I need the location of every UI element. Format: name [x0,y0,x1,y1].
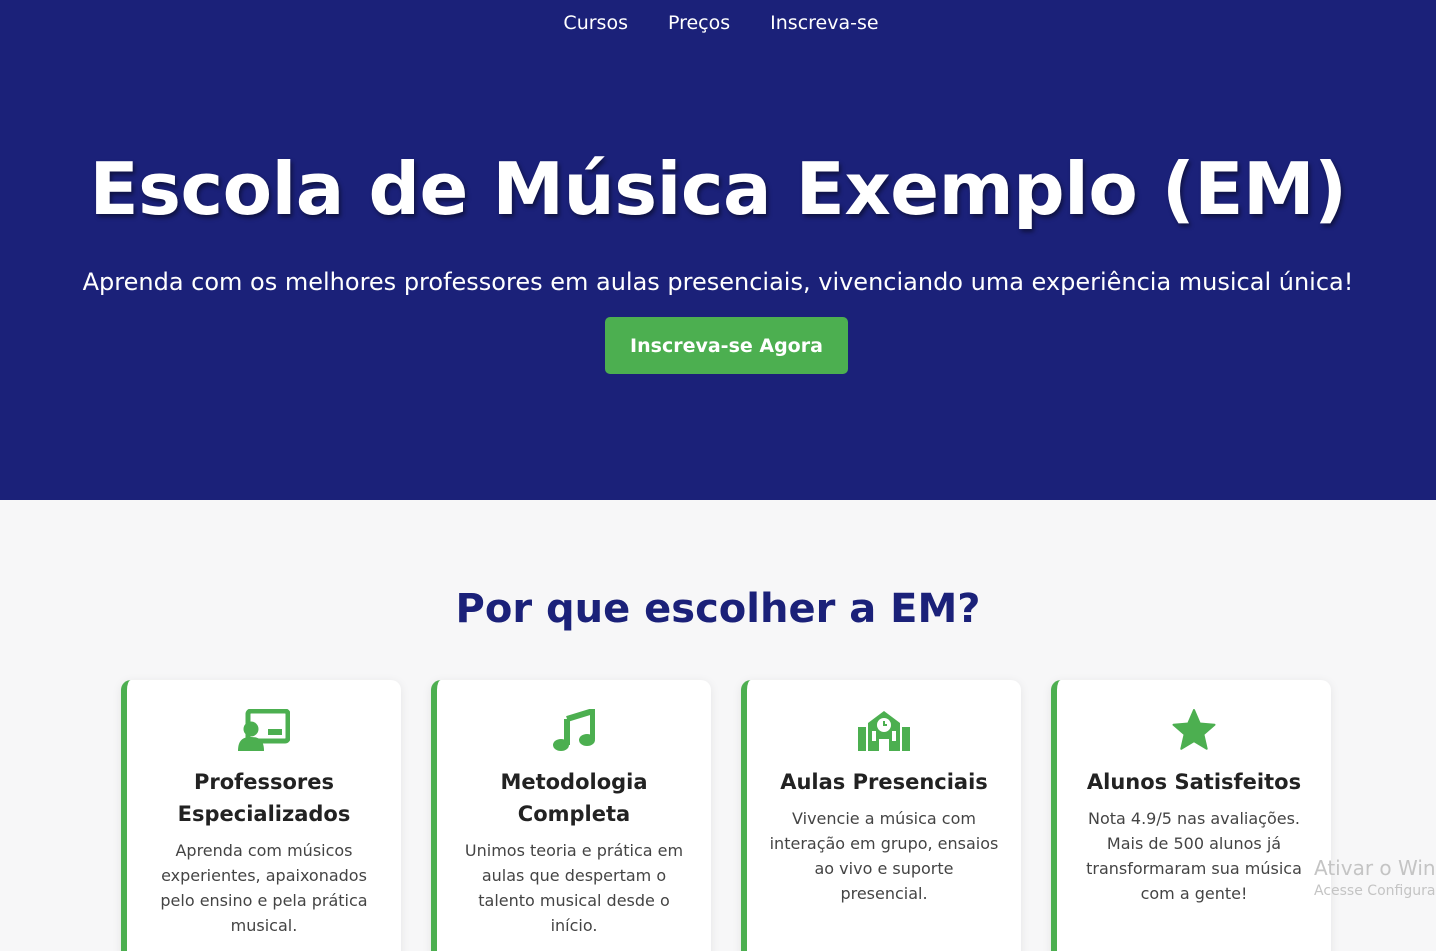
nav-link-precos[interactable]: Preços [668,12,730,34]
feature-text: Vivencie a música com interação em grupo… [769,809,999,903]
feature-title: Alunos Satisfeitos [1086,770,1302,794]
watermark-line-2: Acesse Configuraç [1314,883,1436,899]
feature-card-satisfied: Alunos Satisfeitos Nota 4.9/5 nas avalia… [1051,680,1331,951]
teacher-icon [149,706,379,754]
feature-title: Professores Especializados [177,770,351,826]
feature-text: Unimos teoria e prática em aulas que des… [464,841,684,935]
feature-text: Nota 4.9/5 nas avaliações. Mais de 500 a… [1086,809,1302,903]
nav-link-inscreva-se[interactable]: Inscreva-se [770,12,878,34]
signup-now-button[interactable]: Inscreva-se Agora [605,317,848,374]
school-building-icon [769,706,999,754]
hero-title: Escola de Música Exemplo (EM) [89,147,1347,231]
feature-card-methodology: Metodologia Completa Unimos teoria e prá… [431,680,711,951]
section-title: Por que escolher a EM? [455,586,981,632]
feature-card-in-person: Aulas Presenciais Vivencie a música com … [741,680,1021,951]
hero-subtitle: Aprenda com os melhores professores em a… [82,268,1354,296]
hero-section: Cursos Preços Inscreva-se Escola de Músi… [0,0,1436,500]
music-note-icon [459,706,689,754]
feature-title: Aulas Presenciais [780,770,988,794]
feature-title: Metodologia Completa [500,770,648,826]
watermark-line-1: Ativar o Wind [1314,856,1436,880]
windows-activation-watermark: Ativar o Wind Acesse Configuraç [1314,856,1436,899]
star-icon [1079,706,1309,754]
nav-link-cursos[interactable]: Cursos [563,12,628,34]
top-nav: Cursos Preços Inscreva-se [0,12,1436,34]
feature-text: Aprenda com músicos experientes, apaixon… [160,841,368,935]
feature-card-teachers: Professores Especializados Aprenda com m… [121,680,401,951]
